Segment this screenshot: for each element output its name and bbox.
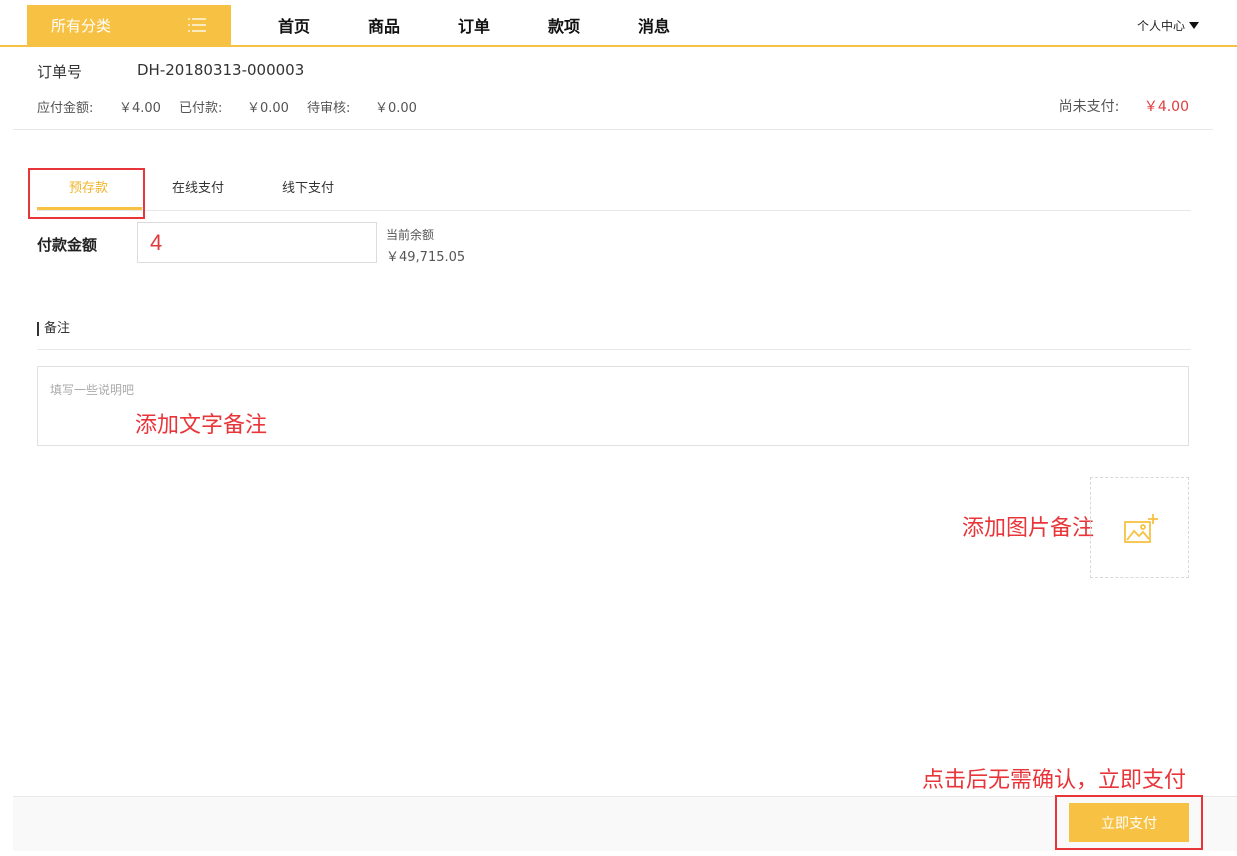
nav-messages[interactable]: 消息 [624,13,714,37]
all-categories-button[interactable]: 所有分类 [27,5,231,45]
pay-now-button[interactable]: 立即支付 [1069,803,1189,842]
nav-payments[interactable]: 款项 [534,13,624,37]
footer-bar [13,796,1237,851]
payable-label: 应付金额: [37,101,94,116]
order-number-row: 订单号 DH-20180313-000003 [37,61,304,82]
pay-amount-label: 付款金额 [37,236,98,254]
unpaid-value: ￥4.00 [1143,99,1189,115]
annotation-image-remark: 添加图片备注 [962,516,1095,541]
user-center-menu[interactable]: 个人中心 [1137,17,1199,34]
tab-deposit[interactable]: 预存款 [69,177,108,196]
payment-method-tabs: 预存款 在线支付 线下支付 [37,170,1191,211]
order-number-label: 订单号 [37,63,83,81]
nav-products[interactable]: 商品 [354,13,444,37]
payable-value: ￥4.00 [119,101,161,116]
pay-amount-input[interactable] [137,222,377,263]
paid-value: ￥0.00 [247,101,289,116]
tab-offline-payment[interactable]: 线下支付 [282,177,334,196]
pending-value: ￥0.00 [375,101,417,116]
all-categories-label: 所有分类 [51,16,112,35]
unpaid-summary: 尚未支付: ￥4.00 [1059,96,1189,116]
nav-orders[interactable]: 订单 [444,13,534,37]
paid-label: 已付款: [179,101,223,116]
top-nav-bar: 所有分类 首页 商品 订单 款项 消息 个人中心 [0,0,1237,47]
order-number-value: DH-20180313-000003 [137,61,305,79]
user-center-label: 个人中心 [1136,19,1185,33]
divider [13,129,1213,130]
active-tab-indicator [37,207,142,210]
add-image-button[interactable] [1090,477,1189,578]
pending-label: 待审核: [307,101,351,116]
balance-label: 当前余额 [386,228,435,242]
nav-home[interactable]: 首页 [264,13,354,37]
annotation-text-remark: 添加文字备注 [135,413,268,438]
caret-down-icon [1189,22,1199,29]
divider [37,349,1191,350]
remark-section-title: 备注 [37,322,70,336]
main-nav: 首页 商品 订单 款项 消息 [264,5,714,45]
tab-online-payment[interactable]: 在线支付 [172,177,224,196]
unpaid-label: 尚未支付: [1058,99,1120,115]
menu-list-icon [188,18,206,32]
balance-value: ￥49,715.05 [386,250,466,265]
annotation-pay-note: 点击后无需确认，立即支付 [922,768,1187,793]
add-image-icon [1124,514,1158,543]
